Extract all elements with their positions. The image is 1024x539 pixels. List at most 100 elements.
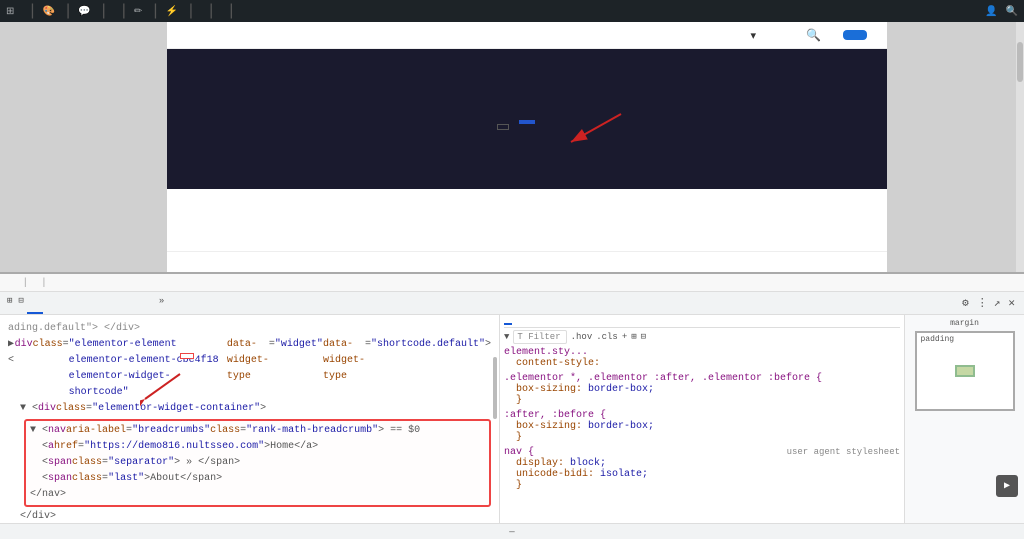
box-model: padding bbox=[915, 331, 1015, 411]
styles-tab-acc[interactable] bbox=[576, 319, 584, 325]
style-prop-4-2[interactable]: unicode-bidi: isolate; bbox=[504, 469, 900, 480]
page-scrollbar[interactable] bbox=[1016, 22, 1024, 272]
style-prop-1-1[interactable]: content-style: bbox=[504, 358, 900, 369]
style-rule-3: :after, :before { box-sizing: border-box… bbox=[504, 410, 900, 443]
filter-label: T Filter bbox=[517, 332, 560, 342]
wp-icon[interactable]: ⊞ bbox=[6, 6, 14, 17]
devtools-main: ading.default"> </div> ▶ <div class="ele… bbox=[0, 315, 1024, 523]
dom-line-a[interactable]: <a href="https://demo816.nultsseo.com">H… bbox=[30, 439, 485, 455]
devtools-more-icon[interactable]: ⋮ bbox=[974, 292, 991, 314]
user-avatar-icon[interactable]: 👤 bbox=[985, 6, 997, 17]
dom-line-3: ▼ <div class="elementor-widget-container… bbox=[8, 401, 491, 417]
search-nav-icon[interactable]: 🔍 bbox=[806, 28, 821, 42]
box-model-inner bbox=[955, 365, 975, 377]
tab-security[interactable] bbox=[139, 292, 155, 314]
right-space bbox=[887, 22, 1024, 272]
hero-section bbox=[167, 49, 887, 189]
style-selector-1[interactable]: element.sty... bbox=[504, 347, 900, 358]
admin-bar-item-edit[interactable]: ✏ bbox=[134, 6, 145, 17]
style-close-3: } bbox=[504, 432, 900, 443]
left-space bbox=[0, 22, 167, 272]
chinese-annotation-box bbox=[180, 353, 194, 359]
devtools-bottom-handle[interactable]: — bbox=[509, 527, 514, 537]
dom-line-sep: <span class="separator"> » </span> bbox=[30, 455, 485, 471]
styles-tab-dom-bp[interactable] bbox=[552, 319, 560, 325]
chevron-down-icon: ▾ bbox=[751, 29, 757, 42]
admin-bar-item-customize[interactable]: 🎨 bbox=[43, 6, 58, 17]
chinese-annotation-text bbox=[180, 353, 194, 359]
tip-separator-1: | bbox=[24, 277, 27, 288]
admin-bar: ⊞ | 🎨 | 💬 | | ✏ | ⚡ | | | 👤 🔍 bbox=[0, 0, 1024, 22]
styles-plus[interactable]: + bbox=[622, 332, 627, 342]
tab-performance[interactable] bbox=[91, 292, 107, 314]
dom-line-nav-close: </nav> bbox=[30, 487, 485, 503]
styles-icon2[interactable]: ⊟ bbox=[641, 332, 646, 342]
dom-line-div-close: </div> bbox=[8, 509, 491, 523]
tab-sources[interactable] bbox=[59, 292, 75, 314]
style-prop-3-1[interactable]: box-sizing: border-box; bbox=[504, 421, 900, 432]
styles-tab-event[interactable] bbox=[540, 319, 548, 325]
filter-icon: ▼ bbox=[504, 332, 509, 342]
devtools-tip-bar: | | bbox=[0, 274, 1024, 292]
tab-application[interactable] bbox=[123, 292, 139, 314]
devtools-collapse-icon[interactable]: ⊟ bbox=[15, 292, 26, 314]
dom-line-last: <span class="last">About</span> bbox=[30, 471, 485, 487]
dom-panel: ading.default"> </div> ▶ <div class="ele… bbox=[0, 315, 500, 523]
style-close-4: } bbox=[504, 480, 900, 491]
style-rule-4: nav { user agent stylesheet display: blo… bbox=[504, 447, 900, 491]
box-model-label: margin bbox=[950, 319, 979, 328]
styles-tab-computed[interactable] bbox=[516, 319, 524, 325]
styles-cls[interactable]: .cls bbox=[596, 332, 618, 342]
style-close-2: } bbox=[504, 395, 900, 406]
dom-highlight-box: ▼ <nav aria-label="breadcrumbs" class="r… bbox=[24, 419, 491, 507]
style-selector-3[interactable]: :after, :before { bbox=[504, 410, 900, 421]
styles-filter-box: T Filter bbox=[513, 330, 566, 344]
tab-more[interactable]: » bbox=[155, 292, 168, 314]
tab-elements[interactable] bbox=[27, 292, 43, 314]
annotation-arrow bbox=[140, 369, 190, 409]
styles-filter-row: ▼ T Filter .hov .cls + ⊞ ⊟ bbox=[504, 330, 900, 344]
devtools-undock-icon[interactable]: ↗ bbox=[991, 292, 1004, 314]
styles-tab-layout[interactable] bbox=[528, 319, 536, 325]
styles-toggle[interactable]: .hov bbox=[571, 332, 593, 342]
inquiry-button[interactable] bbox=[843, 30, 867, 40]
console-float-icon[interactable]: ▶ bbox=[996, 475, 1018, 497]
red-arrow bbox=[541, 104, 661, 159]
styles-panel: ▼ T Filter .hov .cls + ⊞ ⊟ element.sty..… bbox=[500, 315, 904, 523]
devtools-panel: | | ⊞ ⊟ » ⚙ ⋮ ↗ ✕ ading.default"> </div> bbox=[0, 272, 1024, 539]
dom-line-2[interactable]: ▶ <div class="elementor-element elemento… bbox=[8, 337, 491, 401]
search-icon[interactable]: 🔍 bbox=[1006, 6, 1018, 17]
devtools-bottom-bar: — bbox=[0, 523, 1024, 539]
breadcrumb-nav-element[interactable] bbox=[519, 120, 535, 124]
devtools-expand-icon[interactable]: ⊞ bbox=[4, 292, 15, 314]
styles-tabs-bar bbox=[504, 319, 900, 328]
style-selector-2[interactable]: .elementor *, .elementor :after, .elemen… bbox=[504, 373, 900, 384]
tip-separator-2: | bbox=[43, 277, 46, 288]
box-model-margin-label: padding bbox=[921, 335, 955, 344]
nav-link-produts[interactable]: ▾ bbox=[749, 29, 757, 42]
styles-tab-styles[interactable] bbox=[504, 319, 512, 325]
style-selector-4[interactable]: nav { bbox=[504, 447, 534, 458]
admin-bar-item-comments[interactable]: 💬 bbox=[78, 6, 93, 17]
tab-console[interactable] bbox=[43, 292, 59, 314]
site-nav: ▾ 🔍 bbox=[167, 22, 887, 49]
tab-network[interactable] bbox=[75, 292, 91, 314]
styles-tab-props[interactable] bbox=[564, 319, 572, 325]
dom-line-nav[interactable]: ▼ <nav aria-label="breadcrumbs" class="r… bbox=[30, 423, 485, 439]
tab-memory[interactable] bbox=[107, 292, 123, 314]
dom-tree: ading.default"> </div> ▶ <div class="ele… bbox=[4, 319, 495, 523]
admin-bar-item-elementor-edit[interactable]: ⚡ bbox=[165, 6, 180, 17]
site-footer bbox=[167, 251, 887, 272]
style-prop-2-1[interactable]: box-sizing: border-box; bbox=[504, 384, 900, 395]
website-preview: ▾ 🔍 bbox=[167, 22, 887, 272]
style-rule-2: .elementor *, .elementor :after, .elemen… bbox=[504, 373, 900, 406]
devtools-close-icon[interactable]: ✕ bbox=[1003, 292, 1020, 314]
styles-icon1[interactable]: ⊞ bbox=[631, 332, 636, 342]
devtools-tabs-bar: ⊞ ⊟ » ⚙ ⋮ ↗ ✕ bbox=[0, 292, 1024, 315]
style-rule-1: element.sty... content-style: bbox=[504, 347, 900, 369]
style-prop-4-1[interactable]: display: block; bbox=[504, 458, 900, 469]
devtools-settings-icon[interactable]: ⚙ bbox=[957, 292, 974, 314]
breadcrumb-tooltip bbox=[497, 124, 509, 130]
dom-scrollbar[interactable] bbox=[493, 357, 497, 419]
scrollbar-thumb[interactable] bbox=[1017, 42, 1023, 82]
